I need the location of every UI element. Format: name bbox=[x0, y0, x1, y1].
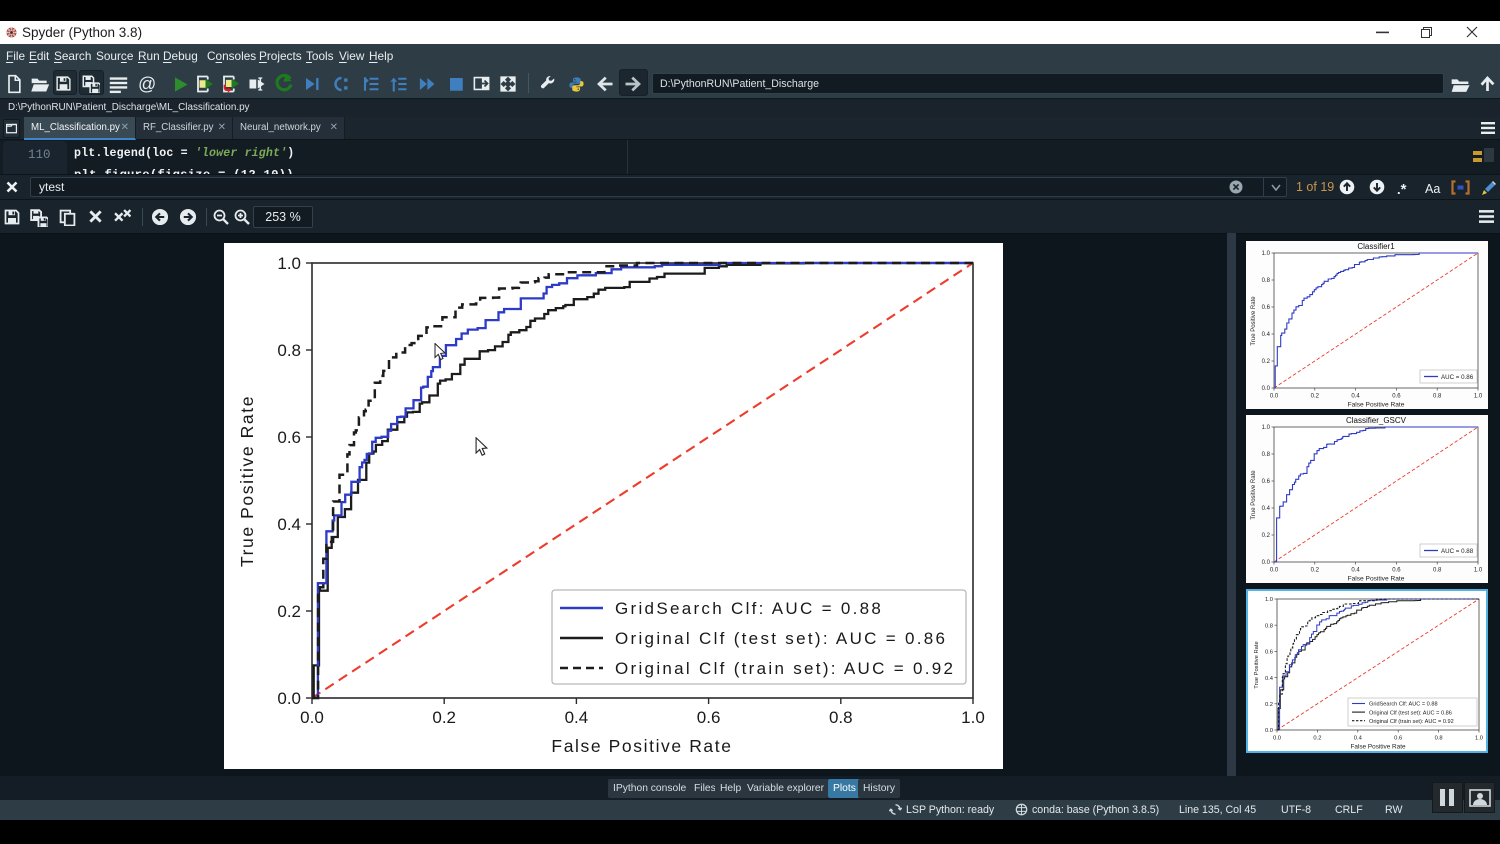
svg-text:0.4: 0.4 bbox=[277, 515, 301, 534]
svg-text:False Positive Rate: False Positive Rate bbox=[1348, 576, 1405, 583]
svg-text:0.6: 0.6 bbox=[1262, 479, 1271, 485]
svg-text:0.4: 0.4 bbox=[565, 708, 589, 727]
svg-text:0.8: 0.8 bbox=[1433, 568, 1442, 574]
svg-text:False Positive Rate: False Positive Rate bbox=[551, 736, 732, 756]
svg-text:0.8: 0.8 bbox=[829, 708, 853, 727]
svg-text:0.8: 0.8 bbox=[1433, 394, 1442, 400]
svg-text:0.6: 0.6 bbox=[1392, 394, 1401, 400]
svg-text:GridSearch Clf: AUC = 0.88: GridSearch Clf: AUC = 0.88 bbox=[1369, 702, 1438, 708]
svg-text:0.6: 0.6 bbox=[1392, 568, 1401, 574]
svg-text:1.0: 1.0 bbox=[1262, 425, 1271, 431]
svg-text:0.0: 0.0 bbox=[1270, 394, 1279, 400]
svg-text:0.2: 0.2 bbox=[277, 602, 301, 621]
svg-text:0.6: 0.6 bbox=[1262, 305, 1271, 311]
svg-text:Original Clf (test set): AUC =: Original Clf (test set): AUC = 0.86 bbox=[615, 629, 947, 648]
svg-text:0.8: 0.8 bbox=[1265, 623, 1273, 629]
svg-text:AUC = 0.86: AUC = 0.86 bbox=[1441, 374, 1474, 381]
svg-text:AUC = 0.88: AUC = 0.88 bbox=[1441, 548, 1474, 555]
svg-text:0.6: 0.6 bbox=[697, 708, 721, 727]
svg-text:0.2: 0.2 bbox=[432, 708, 456, 727]
svg-text:0.8: 0.8 bbox=[1262, 452, 1271, 458]
svg-text:0.0: 0.0 bbox=[1273, 736, 1281, 742]
svg-text:Original Clf (train set): AUC: Original Clf (train set): AUC = 0.92 bbox=[615, 659, 955, 678]
svg-text:0.0: 0.0 bbox=[1270, 568, 1279, 574]
svg-text:0.8: 0.8 bbox=[277, 341, 301, 360]
svg-text:0.4: 0.4 bbox=[1265, 676, 1274, 682]
svg-text:0.6: 0.6 bbox=[1394, 736, 1402, 742]
svg-text:0.8: 0.8 bbox=[1435, 736, 1443, 742]
svg-text:0.2: 0.2 bbox=[1313, 736, 1321, 742]
svg-text:0.2: 0.2 bbox=[1265, 702, 1273, 708]
svg-text:0.6: 0.6 bbox=[1265, 650, 1273, 656]
svg-text:1.0: 1.0 bbox=[961, 708, 985, 727]
svg-text:0.4: 0.4 bbox=[1354, 736, 1363, 742]
svg-text:1.0: 1.0 bbox=[1474, 394, 1483, 400]
svg-text:True Positive Rate: True Positive Rate bbox=[1251, 470, 1257, 520]
svg-text:0.2: 0.2 bbox=[1262, 359, 1271, 365]
svg-text:1.0: 1.0 bbox=[1262, 251, 1271, 257]
svg-text:0.2: 0.2 bbox=[1262, 533, 1271, 539]
svg-text:0.2: 0.2 bbox=[1311, 568, 1320, 574]
svg-text:0.4: 0.4 bbox=[1351, 394, 1360, 400]
svg-text:0.0: 0.0 bbox=[300, 708, 324, 727]
svg-text:0.4: 0.4 bbox=[1262, 332, 1271, 338]
svg-text:1.0: 1.0 bbox=[277, 254, 301, 273]
svg-text:1.0: 1.0 bbox=[1265, 597, 1273, 603]
svg-text:0.0: 0.0 bbox=[1262, 560, 1271, 566]
svg-text:0.2: 0.2 bbox=[1311, 394, 1320, 400]
svg-text:0.4: 0.4 bbox=[1262, 506, 1271, 512]
svg-text:False Positive Rate: False Positive Rate bbox=[1350, 744, 1405, 751]
svg-text:True Positive Rate: True Positive Rate bbox=[1254, 641, 1260, 688]
svg-text:0.4: 0.4 bbox=[1351, 568, 1360, 574]
svg-text:False Positive Rate: False Positive Rate bbox=[1348, 402, 1405, 409]
svg-text:0.0: 0.0 bbox=[1262, 386, 1271, 392]
svg-text:True Positive Rate: True Positive Rate bbox=[1251, 296, 1257, 346]
svg-text:0.0: 0.0 bbox=[277, 689, 301, 708]
svg-text:Classifier_GSCV: Classifier_GSCV bbox=[1346, 416, 1407, 425]
svg-text:1.0: 1.0 bbox=[1475, 736, 1483, 742]
svg-text:0.6: 0.6 bbox=[277, 428, 301, 447]
svg-text:Original Clf (test set): AUC =: Original Clf (test set): AUC = 0.86 bbox=[1369, 710, 1452, 716]
svg-text:Classifier1: Classifier1 bbox=[1357, 242, 1395, 251]
svg-text:True Positive Rate: True Positive Rate bbox=[237, 395, 257, 567]
svg-text:0.8: 0.8 bbox=[1262, 278, 1271, 284]
svg-text:0.0: 0.0 bbox=[1265, 728, 1273, 734]
svg-text:GridSearch Clf: AUC = 0.88: GridSearch Clf: AUC = 0.88 bbox=[615, 599, 883, 618]
svg-text:Original Clf (train set): AUC: Original Clf (train set): AUC = 0.92 bbox=[1369, 719, 1454, 725]
svg-text:1.0: 1.0 bbox=[1474, 568, 1483, 574]
